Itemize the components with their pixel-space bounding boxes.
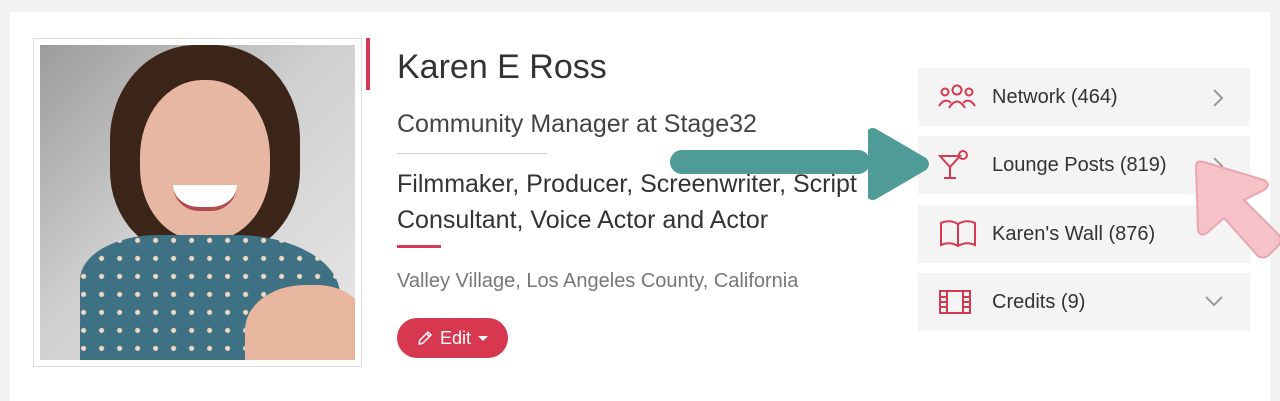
- teal-pointer-arrow: [670, 128, 929, 200]
- name-accent-bar: [366, 38, 370, 90]
- sidebar-item-label: Lounge Posts (819): [992, 153, 1167, 176]
- sidebar-item-credits[interactable]: Credits (9): [918, 273, 1250, 331]
- sidebar-item-label: Karen's Wall (876): [992, 222, 1156, 245]
- profile-photo-image: [40, 45, 355, 360]
- profile-photo[interactable]: [33, 38, 362, 367]
- sidebar-item-label: Network (464): [992, 85, 1118, 108]
- profile-name: Karen E Ross: [397, 48, 607, 86]
- sidebar-item-label: Credits (9): [992, 290, 1086, 313]
- network-icon: [938, 84, 976, 109]
- profile-location: Valley Village, Los Angeles County, Cali…: [397, 270, 799, 292]
- sidebar-item-network[interactable]: Network (464): [918, 68, 1250, 126]
- chevron-down-icon: [1205, 296, 1223, 307]
- chevron-right-icon: [1213, 89, 1224, 107]
- edit-button-label: Edit: [439, 327, 472, 348]
- title-divider: [397, 153, 547, 154]
- roles-divider: [397, 245, 441, 248]
- cocktail-icon: [938, 150, 968, 179]
- caret-down-icon: [478, 336, 489, 341]
- pink-pointer-arrow: [1194, 160, 1280, 259]
- pencil-icon: [418, 331, 432, 345]
- book-icon: [940, 220, 976, 248]
- edit-button[interactable]: Edit: [397, 318, 508, 358]
- film-icon: [939, 290, 971, 314]
